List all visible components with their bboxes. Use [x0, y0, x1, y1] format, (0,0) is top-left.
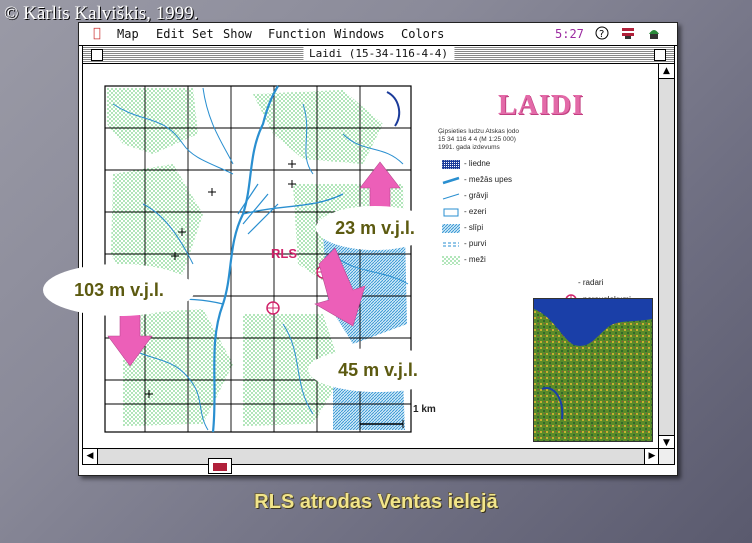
legend-label: - liedne — [464, 159, 491, 168]
menu-colors[interactable]: Colors — [401, 27, 444, 41]
help-balloon-icon[interactable]: ? — [595, 26, 609, 40]
menu-map[interactable]: Map — [117, 27, 139, 41]
dashed-blue-icon — [443, 242, 459, 247]
description-line-3: 1991. gada izdevums — [438, 144, 500, 151]
zoom-box-icon[interactable] — [654, 49, 666, 61]
menubar-clock: 5:27 — [555, 27, 584, 41]
close-box-icon[interactable] — [91, 49, 103, 61]
thin-blue-line-icon — [442, 193, 460, 200]
menu-function[interactable]: Function — [268, 27, 326, 41]
dense-hatch-icon — [442, 160, 460, 169]
resize-grow-box-icon[interactable] — [658, 448, 674, 464]
blue-outline-icon — [443, 208, 459, 217]
scroll-left-arrow-icon[interactable]: ◀ — [83, 449, 98, 464]
legend-label: - ezeri — [464, 207, 487, 216]
map-window: Laidi (15-34-116-4-4) LAIDI Ģipsieties l… — [43, 45, 675, 465]
menu-edit[interactable]: Edit — [156, 27, 185, 41]
horizontal-scrollbar[interactable]: ◀ ▶ — [83, 448, 659, 464]
map-heading: LAIDI — [498, 90, 584, 121]
green-dots-icon — [442, 256, 460, 265]
legend-label: - meži — [464, 255, 486, 264]
description-line-2: 15 34 116 4 4 (M 1:25 000) — [438, 136, 516, 143]
callout-103m: 103 m v.j.l. — [43, 264, 195, 316]
legend-radar-label: - radari — [578, 278, 604, 287]
slide-caption: RLS atrodas Ventas ielejā — [254, 491, 498, 513]
rls-label: RLS — [271, 246, 297, 261]
legend-label: - purvi — [464, 239, 487, 248]
menu-show[interactable]: Show — [223, 27, 252, 41]
legend-label: - grāvji — [464, 191, 489, 200]
callout-23m: 23 m v.j.l. — [316, 206, 434, 250]
apple-menu-icon[interactable]:  — [93, 26, 101, 41]
scroll-up-arrow-icon[interactable]: ▲ — [659, 64, 674, 79]
thick-blue-line-icon — [442, 176, 460, 185]
legend-label: - mežās upes — [464, 175, 513, 184]
window-title: Laidi (15-34-116-4-4) — [302, 47, 455, 60]
description-line-1: Ģipsieties ludzu Atskas ļodo — [438, 128, 519, 135]
app-switcher-icon[interactable] — [647, 26, 661, 40]
vertical-scrollbar[interactable]: ▲ ▼ — [658, 64, 674, 450]
callout-45m: 45 m v.j.l. — [308, 348, 448, 392]
map-description: Ģipsieties ludzu Atskas ļodo 15 34 116 4… — [438, 128, 519, 152]
satellite-image — [533, 298, 653, 442]
svg-text:?: ? — [599, 29, 604, 40]
mac-screen:  Map Edit Set Show Function Windows Col… — [43, 22, 678, 476]
menu-set[interactable]: Set — [192, 27, 214, 41]
scroll-right-arrow-icon[interactable]: ▶ — [644, 449, 659, 464]
scale-label: 1 km — [413, 404, 436, 415]
legend-label: - slīpi — [464, 223, 484, 232]
window-titlebar[interactable]: Laidi (15-34-116-4-4) — [83, 46, 674, 64]
menu-windows[interactable]: Windows — [334, 27, 385, 41]
hatch-blue-icon — [442, 224, 460, 233]
menu-bar:  Map Edit Set Show Function Windows Col… — [79, 23, 677, 46]
application-dock-icon[interactable] — [208, 458, 232, 474]
application-menu-icon[interactable] — [621, 26, 635, 40]
